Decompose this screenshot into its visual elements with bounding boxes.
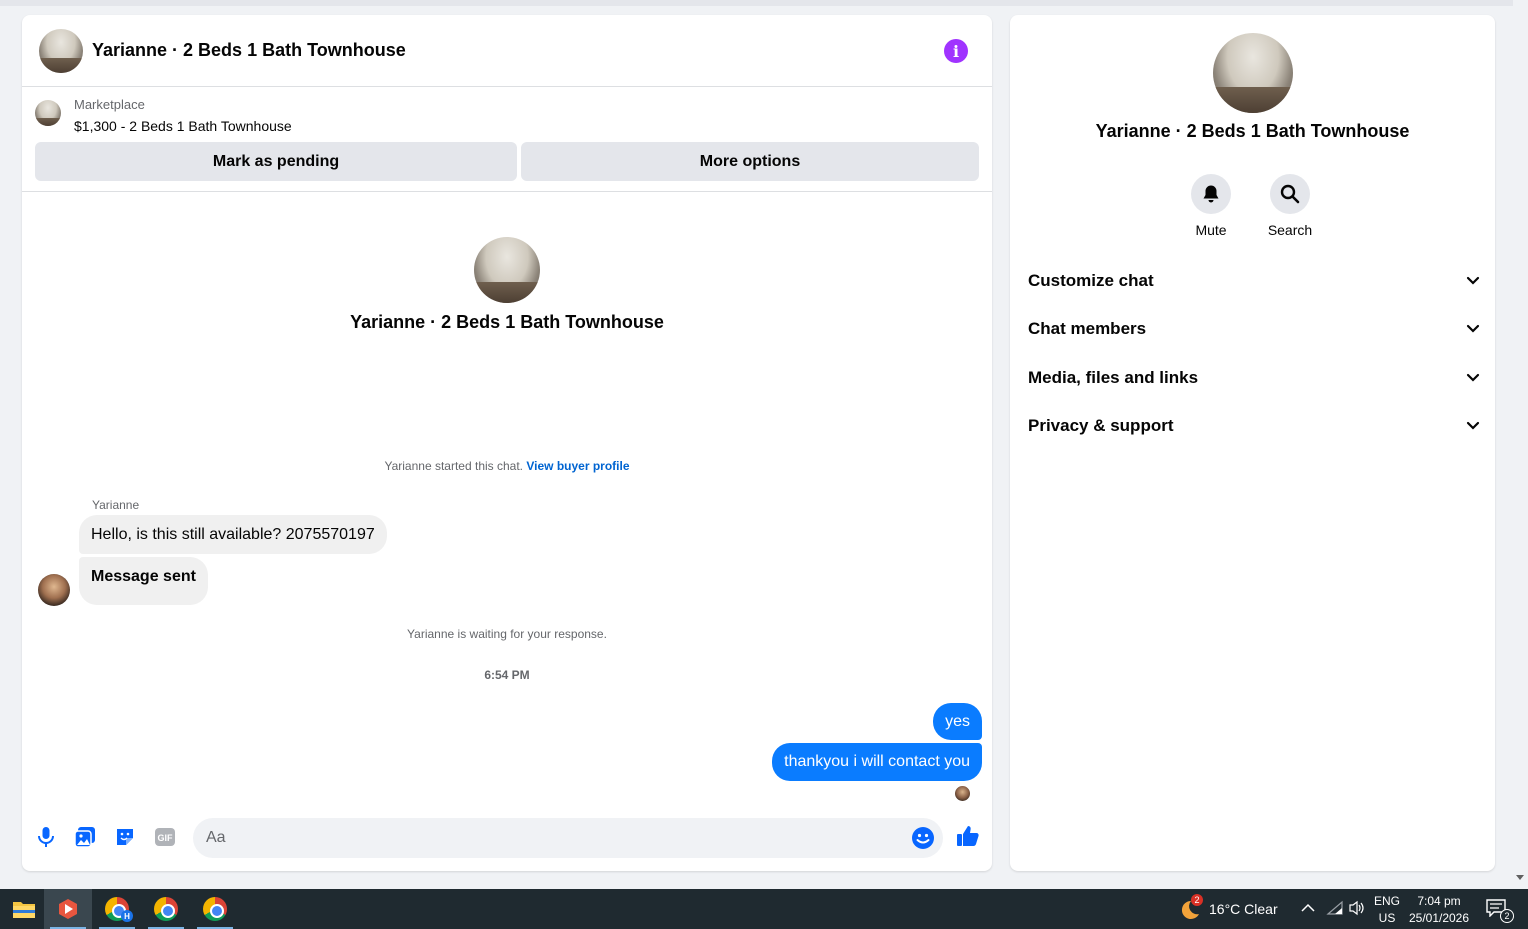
chevron-down-icon xyxy=(1466,373,1480,382)
sender-avatar[interactable] xyxy=(38,574,70,606)
chevron-up-icon[interactable] xyxy=(1300,901,1316,919)
region-indicator[interactable]: US xyxy=(1372,911,1402,925)
contact-avatar[interactable] xyxy=(39,28,83,73)
details-avatar[interactable] xyxy=(1213,33,1293,113)
file-explorer-icon[interactable] xyxy=(0,889,48,929)
wifi-icon[interactable] xyxy=(1326,900,1344,921)
sticker-icon[interactable] xyxy=(113,825,137,849)
section-customize-chat[interactable]: Customize chat xyxy=(1028,266,1480,296)
emoji-icon[interactable] xyxy=(911,826,935,850)
message-composer: GIF xyxy=(22,815,992,861)
chrome-icon xyxy=(154,897,178,921)
chevron-down-icon xyxy=(1466,276,1480,285)
top-strip xyxy=(0,0,1528,6)
section-label: Privacy & support xyxy=(1028,416,1174,435)
weather-icon[interactable]: 2 xyxy=(1177,894,1203,922)
weather-alert-badge: 2 xyxy=(1191,894,1203,906)
outgoing-message[interactable]: yes xyxy=(933,703,982,740)
thumbs-up-icon[interactable] xyxy=(956,824,980,848)
chat-title[interactable]: Yarianne · 2 Beds 1 Bath Townhouse xyxy=(92,40,406,61)
chrome-icon xyxy=(203,897,227,921)
microphone-icon[interactable] xyxy=(34,825,58,849)
listing-title[interactable]: $1,300 - 2 Beds 1 Bath Townhouse xyxy=(74,118,292,134)
weather-text[interactable]: 16°C Clear xyxy=(1209,901,1278,917)
section-privacy-support[interactable]: Privacy & support xyxy=(1028,411,1480,441)
section-chat-members[interactable]: Chat members xyxy=(1028,314,1480,344)
photo-icon[interactable] xyxy=(73,825,97,849)
notification-count-badge: 2 xyxy=(1500,909,1514,923)
volume-icon[interactable] xyxy=(1348,900,1366,921)
more-options-button[interactable]: More options xyxy=(521,142,979,181)
chevron-down-icon xyxy=(1466,324,1480,333)
section-label: Media, files and links xyxy=(1028,368,1199,387)
language-indicator[interactable]: ENG xyxy=(1372,894,1402,908)
mute-label: Mute xyxy=(1195,222,1227,238)
sender-name: Yarianne xyxy=(92,498,140,512)
section-label: Chat members xyxy=(1028,319,1147,338)
view-buyer-profile-link[interactable]: View buyer profile xyxy=(526,459,629,473)
chat-panel: Yarianne · 2 Beds 1 Bath Townhouse i Mar… xyxy=(22,15,992,871)
clock-time[interactable]: 7:04 pm xyxy=(1406,894,1472,908)
media-app-icon[interactable] xyxy=(44,889,92,929)
mute-button[interactable]: Mute xyxy=(1181,174,1241,238)
thread-name: Yarianne · 2 Beds 1 Bath Townhouse xyxy=(350,312,664,332)
chat-header: Yarianne · 2 Beds 1 Bath Townhouse i xyxy=(22,15,992,87)
gif-icon[interactable]: GIF xyxy=(153,825,177,849)
chrome-window-icon[interactable] xyxy=(142,889,190,929)
details-name: Yarianne · 2 Beds 1 Bath Townhouse xyxy=(1095,121,1410,141)
search-button[interactable]: Search xyxy=(1260,174,1320,238)
bell-icon[interactable] xyxy=(1191,174,1231,214)
waiting-notice: Yarianne is waiting for your response. xyxy=(407,627,607,641)
marketplace-label: Marketplace xyxy=(74,97,145,112)
incoming-message[interactable]: Hello, is this still available? 20755701… xyxy=(79,515,387,554)
scroll-down-arrow-icon[interactable] xyxy=(1516,875,1524,880)
listing-thumbnail[interactable] xyxy=(35,100,61,126)
seen-indicator-avatar xyxy=(955,786,970,801)
search-icon[interactable] xyxy=(1270,174,1310,214)
chrome-profile-h-icon[interactable]: H xyxy=(93,889,141,929)
section-label: Customize chat xyxy=(1028,271,1154,290)
chat-started-notice: Yarianne started this chat. View buyer p… xyxy=(22,459,992,473)
thread-avatar[interactable] xyxy=(474,237,540,303)
chat-details-panel: Yarianne · 2 Beds 1 Bath Townhouse Mute … xyxy=(1010,15,1495,871)
chrome-window-icon[interactable] xyxy=(191,889,239,929)
chat-started-text: Yarianne started this chat. xyxy=(384,459,524,473)
outgoing-message[interactable]: thankyou i will contact you xyxy=(772,743,982,781)
message-input[interactable] xyxy=(206,818,896,858)
message-timestamp: 6:54 PM xyxy=(484,668,530,682)
mark-as-pending-button[interactable]: Mark as pending xyxy=(35,142,517,181)
chevron-down-icon xyxy=(1466,421,1480,430)
clock-date[interactable]: 25/01/2026 xyxy=(1406,911,1472,925)
search-label: Search xyxy=(1267,222,1313,238)
page-scrollbar[interactable] xyxy=(1513,0,1528,889)
profile-badge: H xyxy=(121,910,133,922)
incoming-message[interactable]: Message sent xyxy=(79,557,208,605)
windows-taskbar: H 2 16°C Clear ENG US 7:04 pm 25/01/2026… xyxy=(0,889,1528,929)
marketplace-banner: Marketplace $1,300 - 2 Beds 1 Bath Townh… xyxy=(22,87,992,192)
message-input-wrapper xyxy=(193,818,943,858)
info-icon[interactable]: i xyxy=(944,39,968,63)
notifications-icon[interactable]: 2 xyxy=(1486,899,1514,923)
section-media-files-links[interactable]: Media, files and links xyxy=(1028,363,1480,393)
gif-icon-label: GIF xyxy=(158,833,174,843)
